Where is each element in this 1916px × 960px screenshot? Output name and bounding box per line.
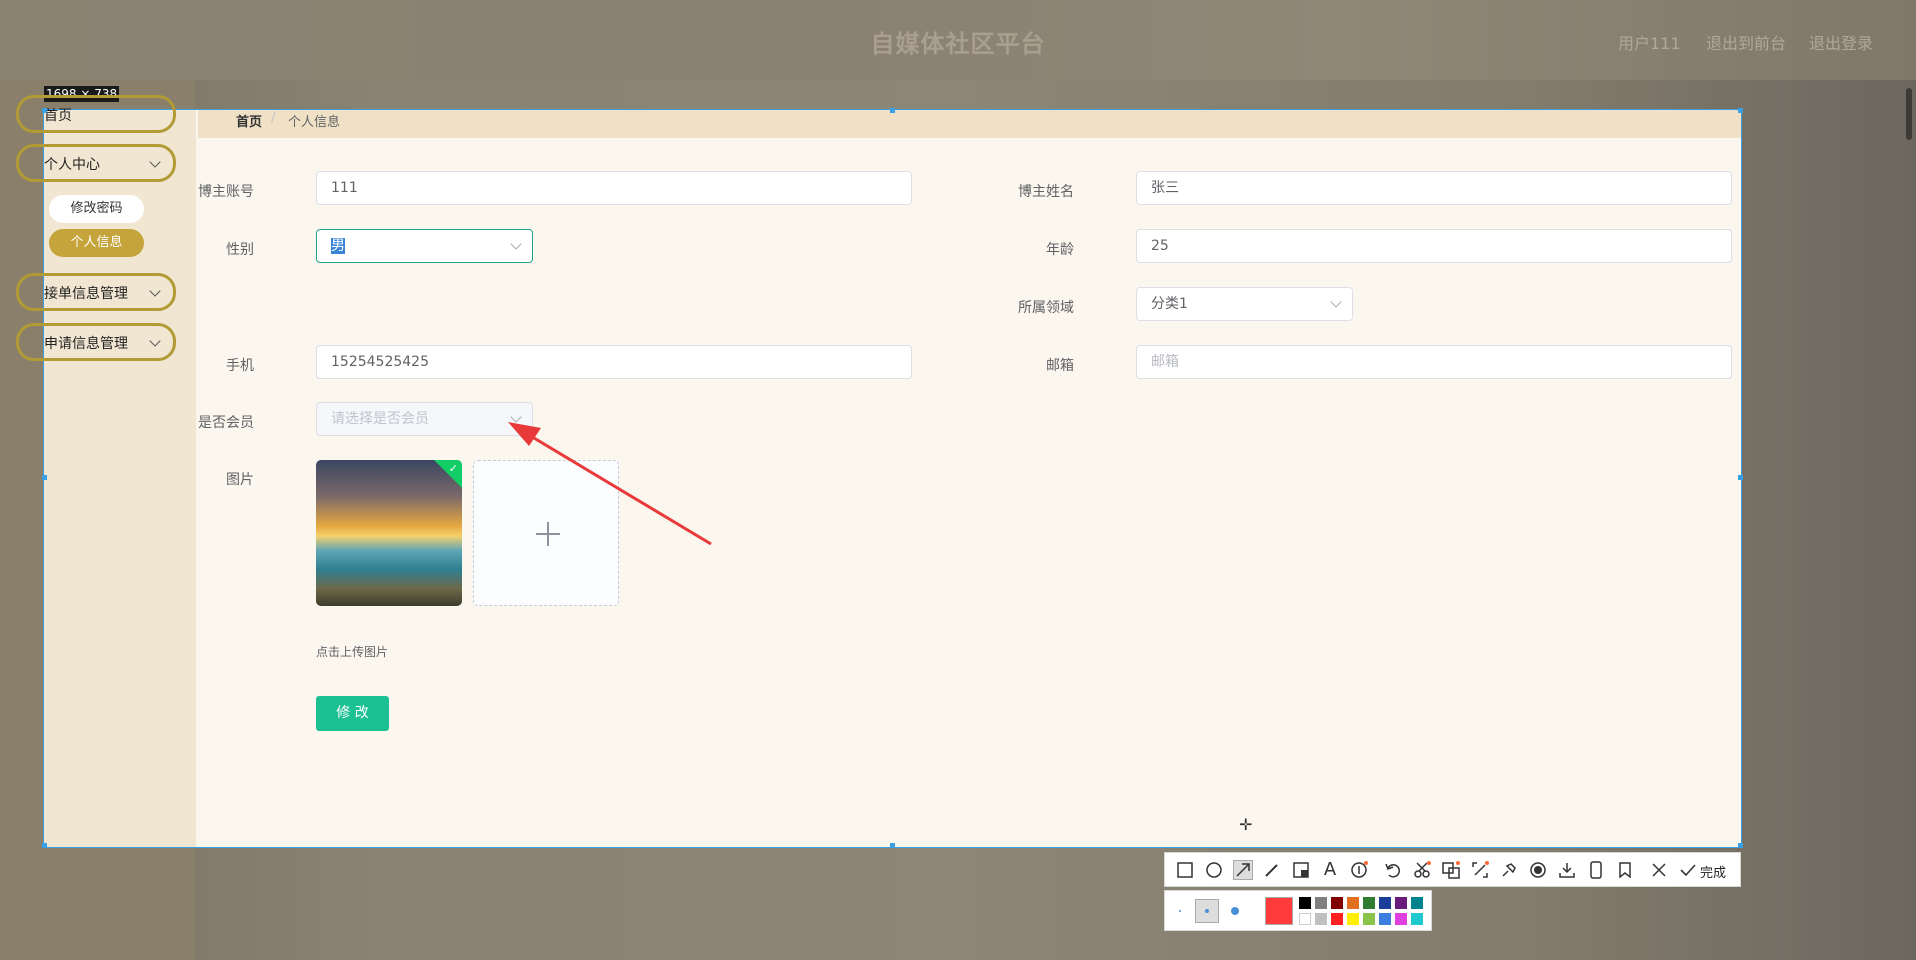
sidebar-item-personal-info[interactable]: 个人信息 xyxy=(49,229,144,257)
scrollbar-thumb[interactable] xyxy=(1906,88,1912,140)
close-icon[interactable] xyxy=(1649,860,1669,880)
sidebar-item-home[interactable] xyxy=(16,95,176,133)
pin-icon[interactable] xyxy=(1499,860,1519,880)
number-marker-icon[interactable] xyxy=(1349,860,1369,880)
sidebar-item-personal-center-label: 个人中心 xyxy=(44,157,100,173)
crosshair-icon: ✛ xyxy=(1239,815,1253,834)
color-swatch[interactable] xyxy=(1411,897,1423,909)
pencil-icon[interactable] xyxy=(1262,860,1282,880)
text-icon[interactable]: A xyxy=(1320,860,1340,880)
sidebar-item-order-mgmt-label: 接单信息管理 xyxy=(44,286,128,302)
mosaic-icon[interactable] xyxy=(1291,860,1311,880)
color-swatch[interactable] xyxy=(1411,913,1423,925)
resize-handle[interactable] xyxy=(1738,843,1743,848)
color-swatch[interactable] xyxy=(1347,897,1359,909)
color-swatch[interactable] xyxy=(1379,897,1391,909)
download-icon[interactable] xyxy=(1557,860,1577,880)
brush-size-large[interactable] xyxy=(1231,907,1239,915)
color-swatch[interactable] xyxy=(1363,913,1375,925)
sidebar-item-apply-mgmt-label: 申请信息管理 xyxy=(44,336,128,352)
color-swatch[interactable] xyxy=(1379,913,1391,925)
annotation-arrow xyxy=(508,422,712,546)
capture-region[interactable]: 首页 / 个人信息 博主账号 111 博主姓名 张三 性别 男 年龄 25 所属… xyxy=(43,109,1742,848)
phone-icon[interactable] xyxy=(1586,860,1606,880)
color-swatch[interactable] xyxy=(1315,913,1327,925)
color-swatch[interactable] xyxy=(1299,897,1311,909)
color-swatch[interactable] xyxy=(1315,897,1327,909)
color-swatch[interactable] xyxy=(1395,897,1407,909)
resize-handle[interactable] xyxy=(890,108,895,113)
color-swatch[interactable] xyxy=(1395,913,1407,925)
color-swatch[interactable] xyxy=(1347,913,1359,925)
sidebar-item-home-label: 首页 xyxy=(44,108,72,124)
user-link[interactable]: 用户111 xyxy=(1618,30,1681,54)
ellipse-icon[interactable] xyxy=(1204,860,1224,880)
rectangle-icon[interactable] xyxy=(1175,860,1195,880)
resize-handle[interactable] xyxy=(890,843,895,848)
color-swatch[interactable] xyxy=(1331,913,1343,925)
color-swatch[interactable] xyxy=(1299,913,1311,925)
resize-handle[interactable] xyxy=(42,108,47,113)
bookmark-icon[interactable] xyxy=(1615,860,1635,880)
arrow-tool-icon[interactable] xyxy=(1233,860,1253,880)
capture-toolbar: A 完成 xyxy=(1164,852,1741,887)
check-done-icon[interactable] xyxy=(1678,860,1698,880)
done-button[interactable]: 完成 xyxy=(1700,862,1726,881)
scissors-icon[interactable] xyxy=(1412,860,1432,880)
resize-handle[interactable] xyxy=(42,475,47,480)
undo-icon[interactable] xyxy=(1383,860,1403,880)
ocr-icon[interactable] xyxy=(1470,860,1490,880)
color-swatch[interactable] xyxy=(1331,897,1343,909)
brush-size-medium[interactable] xyxy=(1195,899,1219,923)
logout-link[interactable]: 退出登录 xyxy=(1809,30,1873,54)
frontend-link[interactable]: 退出到前台 xyxy=(1706,30,1786,54)
color-swatch[interactable] xyxy=(1363,897,1375,909)
sidebar-item-change-password[interactable]: 修改密码 xyxy=(49,195,144,223)
resize-handle[interactable] xyxy=(42,843,47,848)
color-palette xyxy=(1164,890,1432,931)
translate-icon[interactable] xyxy=(1441,860,1461,880)
brush-size-small[interactable] xyxy=(1179,910,1181,912)
current-color-swatch[interactable] xyxy=(1265,897,1293,925)
resize-handle[interactable] xyxy=(1738,108,1743,113)
record-icon[interactable] xyxy=(1528,860,1548,880)
resize-handle[interactable] xyxy=(1738,475,1743,480)
